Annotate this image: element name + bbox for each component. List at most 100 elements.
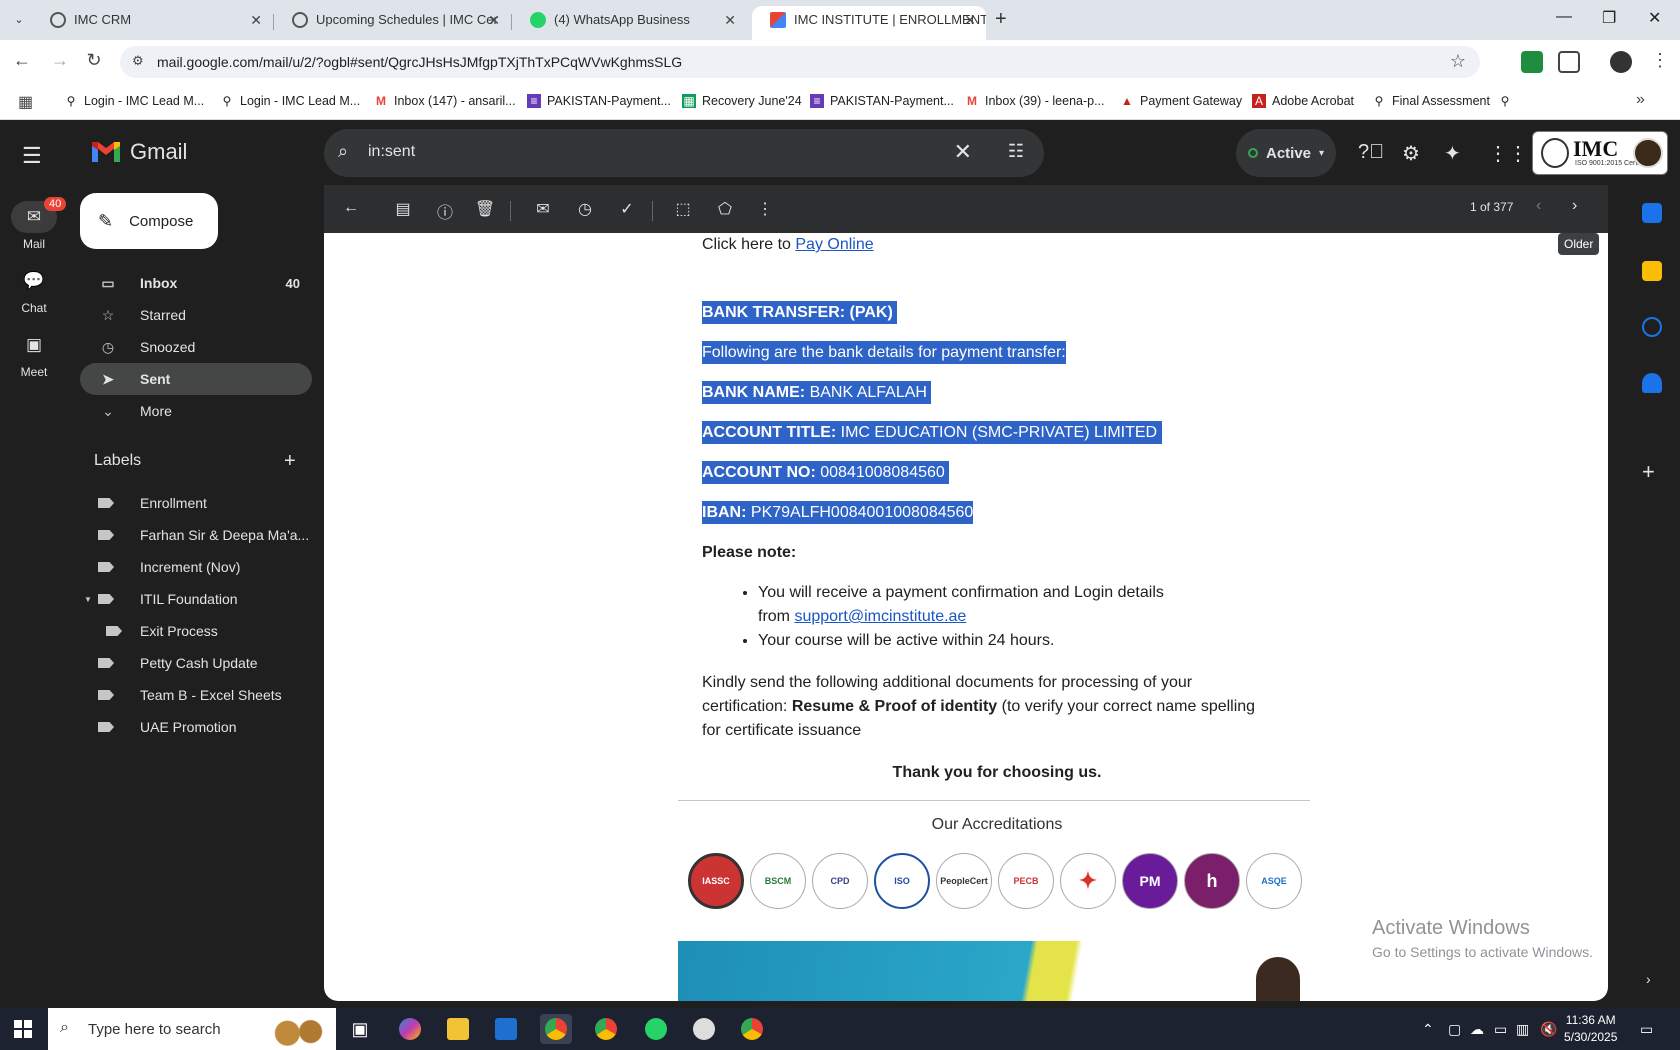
close-window-icon[interactable]: ✕ — [1648, 8, 1661, 28]
close-tab-icon[interactable]: ✕ — [724, 6, 736, 34]
bookmark-item[interactable]: M Inbox (39) - leena-p... — [965, 94, 1105, 108]
status-selector[interactable]: Active ▾ — [1236, 129, 1336, 177]
extensions-puzzle-icon[interactable] — [1558, 51, 1580, 73]
bookmark-item[interactable]: ▲ Payment Gateway — [1120, 94, 1242, 108]
url-text[interactable]: mail.google.com/mail/u/2/?ogbl#sent/Qgrc… — [157, 54, 682, 70]
nav-more[interactable]: ⌄ More — [80, 395, 312, 427]
move-to-icon[interactable]: ⬚ — [672, 199, 694, 219]
back-arrow-icon[interactable]: ← — [10, 50, 34, 71]
restore-window-icon[interactable]: ❐ — [1602, 8, 1616, 28]
tab-search-chevron-icon[interactable]: ⌄ — [8, 10, 30, 30]
label-item[interactable]: Exit Process — [80, 615, 312, 647]
delete-trash-icon[interactable]: 🗑 — [474, 199, 496, 219]
contacts-icon[interactable] — [1642, 373, 1662, 393]
get-addons-plus-icon[interactable]: + — [1642, 459, 1655, 485]
help-icon[interactable]: ?⃝ — [1358, 141, 1384, 164]
volume-mute-icon[interactable]: 🔇 — [1540, 1021, 1557, 1038]
taskbar-search-placeholder[interactable]: Type here to search — [88, 1021, 221, 1038]
site-info-icon[interactable]: ⚙ — [132, 53, 144, 69]
chrome-app-icon[interactable] — [540, 1014, 572, 1044]
address-bar[interactable]: ⚙ mail.google.com/mail/u/2/?ogbl#sent/Qg… — [120, 46, 1480, 78]
keep-icon[interactable] — [1642, 261, 1662, 281]
rail-chat[interactable]: 💬 Chat — [0, 265, 68, 315]
bookmark-item[interactable]: ≡ PAKISTAN-Payment... — [810, 94, 954, 108]
search-input[interactable]: in:sent — [368, 143, 415, 161]
bookmark-item[interactable]: ⚲ Final Assessment — [1372, 94, 1490, 108]
add-task-icon[interactable]: ✓ — [616, 199, 638, 219]
label-item[interactable]: Farhan Sir & Deepa Ma'a... — [80, 519, 312, 551]
paint-app-icon[interactable] — [490, 1014, 522, 1044]
clear-search-icon[interactable]: ✕ — [954, 139, 972, 165]
compose-button[interactable]: ✎ Compose — [80, 193, 218, 249]
label-item[interactable]: Enrollment — [80, 487, 312, 519]
close-tab-icon[interactable]: ✕ — [488, 6, 500, 34]
add-label-plus-icon[interactable]: + — [284, 450, 296, 473]
hide-side-panel-icon[interactable]: › — [1646, 971, 1651, 987]
new-tab-plus-icon[interactable]: + — [995, 8, 1007, 31]
label-item[interactable]: Increment (Nov) — [80, 551, 312, 583]
taskbar-search-box[interactable]: ⌕ Type here to search — [48, 1008, 336, 1050]
report-spam-icon[interactable]: ⓘ — [434, 199, 456, 223]
chrome-profile2-app-icon[interactable] — [736, 1014, 768, 1044]
back-to-list-icon[interactable]: ← — [340, 199, 362, 217]
notifications-icon[interactable]: ▭ — [1640, 1021, 1653, 1038]
tasks-icon[interactable] — [1642, 317, 1662, 337]
settings-gear-icon[interactable]: ⚙ — [1402, 141, 1420, 166]
label-item[interactable]: Team B - Excel Sheets — [80, 679, 312, 711]
minimize-window-icon[interactable]: — — [1556, 8, 1572, 26]
close-tab-icon[interactable]: ✕ — [250, 6, 262, 34]
support-email-link[interactable]: support@imcinstitute.ae — [794, 608, 966, 625]
extension-green-icon[interactable] — [1521, 51, 1543, 73]
label-item[interactable]: Petty Cash Update — [80, 647, 312, 679]
browser-menu-icon[interactable]: ⋮ — [1648, 50, 1672, 71]
bookmark-item[interactable]: ⚲ Login - IMC Lead M... — [64, 94, 205, 108]
mark-unread-icon[interactable]: ✉ — [532, 199, 554, 219]
bookmark-star-icon[interactable]: ☆ — [1450, 51, 1466, 72]
calendar-icon[interactable] — [1642, 203, 1662, 223]
tray-app-icon[interactable]: ▢ — [1448, 1021, 1461, 1038]
newer-chevron-left-icon[interactable]: ‹ — [1536, 197, 1541, 215]
snooze-clock-icon[interactable]: ◷ — [574, 199, 596, 219]
network-icon[interactable]: ▥ — [1516, 1021, 1529, 1038]
task-view-icon[interactable]: ▣ — [344, 1014, 376, 1044]
gmail-logo[interactable]: Gmail — [90, 139, 187, 165]
nav-inbox[interactable]: ▭ Inbox 40 — [80, 267, 312, 299]
chrome-profile-app-icon[interactable] — [590, 1014, 622, 1044]
archive-icon[interactable]: ▤ — [392, 199, 414, 219]
browser-tab-upcoming-schedules[interactable]: Upcoming Schedules | IMC Cer ✕ — [274, 6, 510, 40]
older-chevron-right-icon[interactable]: › — [1572, 197, 1577, 215]
profile-avatar-icon[interactable] — [1610, 51, 1632, 73]
reload-icon[interactable]: ↻ — [82, 50, 106, 71]
rail-meet[interactable]: ▣ Meet — [0, 329, 68, 379]
mail-search-bar[interactable]: ⌕ in:sent ✕ ☷ — [324, 129, 1044, 177]
windows-start-icon[interactable] — [14, 1020, 32, 1038]
expand-caret-icon[interactable]: ▼ — [84, 595, 92, 604]
nav-snoozed[interactable]: ◷ Snoozed — [80, 331, 312, 363]
google-apps-icon[interactable]: ⋮⋮ — [1488, 141, 1528, 166]
whatsapp-app-icon[interactable] — [640, 1014, 672, 1044]
rail-mail[interactable]: ✉ 40 Mail — [0, 197, 68, 251]
show-hidden-icons-chevron-icon[interactable]: ⌃ — [1422, 1021, 1434, 1038]
nav-starred[interactable]: ☆ Starred — [80, 299, 312, 331]
bookmark-item[interactable]: M Inbox (147) - ansaril... — [374, 94, 516, 108]
label-item[interactable]: UAE Promotion — [80, 711, 312, 743]
onedrive-cloud-icon[interactable]: ☁ — [1470, 1021, 1484, 1038]
label-item[interactable]: ▼ ITIL Foundation — [80, 583, 312, 615]
bookmark-item[interactable]: A Adobe Acrobat — [1252, 94, 1354, 108]
apps-grid-icon[interactable]: ▦ — [18, 92, 33, 112]
browser-tab-imc-enrollment[interactable]: IMC INSTITUTE | ENROLLMENT ✕ — [752, 6, 986, 40]
search-options-icon[interactable]: ☷ — [1008, 141, 1024, 162]
imc-app-icon[interactable] — [688, 1014, 720, 1044]
file-explorer-app-icon[interactable] — [442, 1014, 474, 1044]
copilot-app-icon[interactable] — [394, 1014, 426, 1044]
browser-tab-imc-crm[interactable]: IMC CRM ✕ — [32, 6, 272, 40]
bookmark-item[interactable]: ≡ PAKISTAN-Payment... — [527, 94, 671, 108]
nav-sent[interactable]: ➤ Sent — [80, 363, 312, 395]
taskbar-clock[interactable]: 11:36 AM 5/30/2025 — [1564, 1012, 1617, 1046]
gemini-sparkle-icon[interactable]: ✦ — [1444, 141, 1461, 166]
close-tab-icon[interactable]: ✕ — [964, 6, 976, 34]
label-icon[interactable]: ⬠ — [714, 199, 736, 219]
browser-tab-whatsapp[interactable]: (4) WhatsApp Business ✕ — [512, 6, 746, 40]
more-options-icon[interactable]: ⋮ — [754, 199, 776, 219]
more-bookmarks-chevron-icon[interactable]: » — [1636, 91, 1645, 109]
